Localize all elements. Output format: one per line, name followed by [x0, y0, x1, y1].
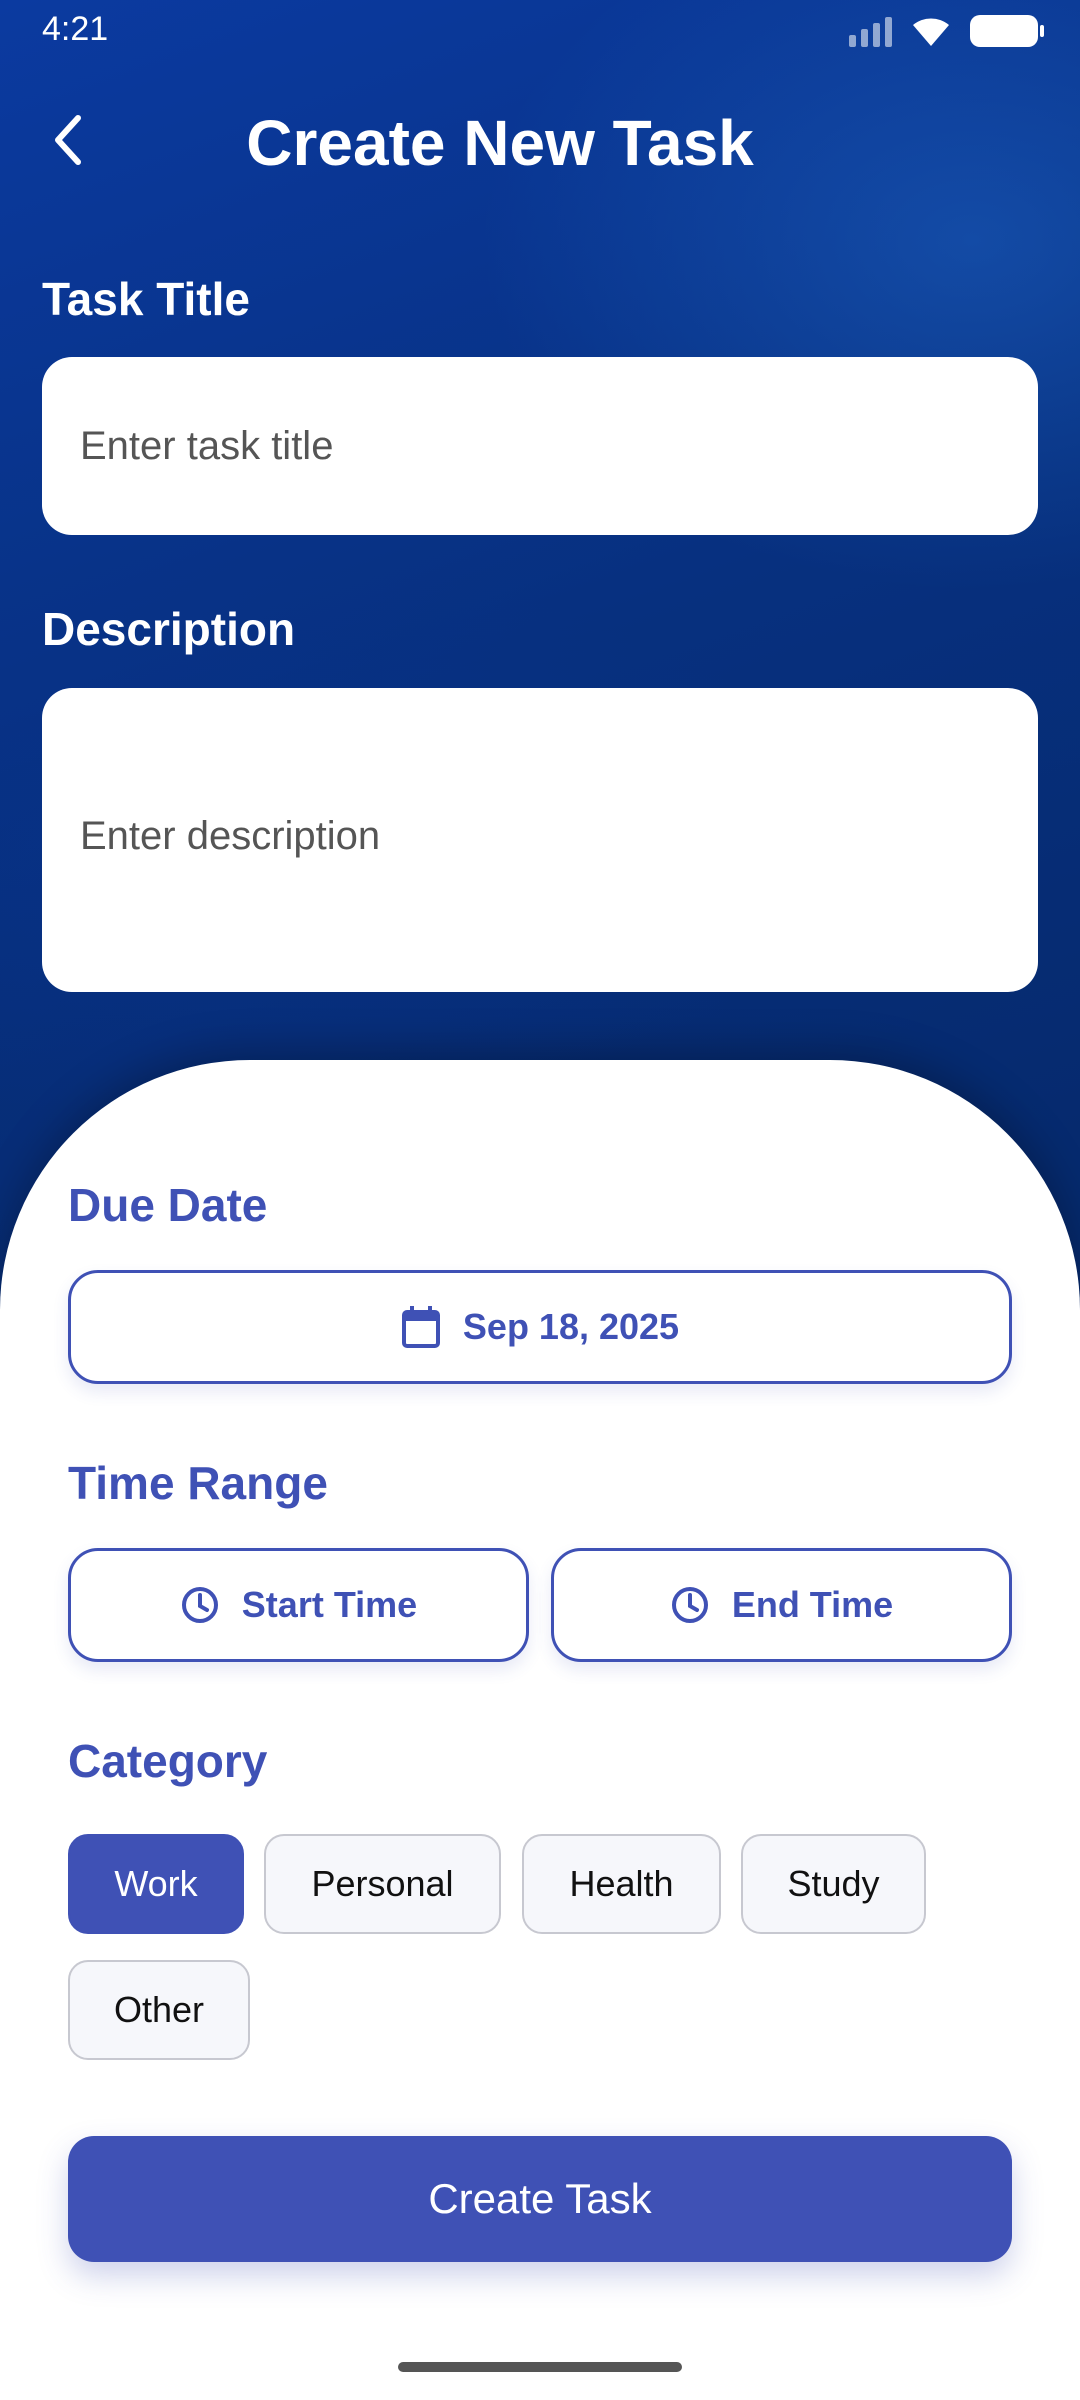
signal-icon	[849, 15, 892, 47]
category-chip-personal[interactable]: Personal	[264, 1834, 501, 1934]
due-date-label: Due Date	[68, 1179, 268, 1231]
status-time: 4:21	[42, 10, 109, 48]
battery-icon	[970, 15, 1044, 47]
clock-icon	[671, 1587, 708, 1623]
due-date-value: Sep 18, 2025	[462, 1306, 680, 1347]
home-indicator	[398, 2362, 682, 2372]
start-time-button[interactable]: Start Time	[68, 1548, 529, 1662]
category-chip-other[interactable]: Other	[68, 1960, 250, 2060]
category-chip-health[interactable]: Health	[522, 1834, 721, 1934]
description-label: Description	[42, 603, 296, 655]
category-chip-study[interactable]: Study	[741, 1834, 926, 1934]
start-time-label: Start Time	[241, 1584, 418, 1625]
due-date-picker-button[interactable]: Sep 18, 2025	[68, 1270, 1012, 1384]
time-range-label: Time Range	[68, 1457, 328, 1509]
create-task-button[interactable]: Create Task	[68, 2136, 1012, 2262]
page-title: Create New Task	[246, 107, 754, 179]
category-label: Category	[68, 1735, 268, 1787]
category-chip-work[interactable]: Work	[68, 1834, 244, 1934]
end-time-button[interactable]: End Time	[551, 1548, 1012, 1662]
end-time-label: End Time	[731, 1584, 894, 1625]
status-bar: 4:21	[0, 0, 1080, 62]
status-icons	[849, 14, 1044, 48]
header: Create New Task	[0, 90, 1080, 190]
calendar-icon	[401, 1306, 440, 1348]
bottom-sheet: Due Date Sep 18, 2025 Time Range Start T…	[0, 1060, 1080, 2400]
wifi-icon	[913, 18, 949, 46]
task-title-input[interactable]	[42, 357, 1038, 535]
task-title-label: Task Title	[42, 273, 250, 325]
description-input[interactable]	[42, 688, 1038, 992]
clock-icon	[181, 1587, 218, 1623]
create-task-screen: 4:21 Create New Task Task Title Descript…	[0, 0, 1080, 2400]
